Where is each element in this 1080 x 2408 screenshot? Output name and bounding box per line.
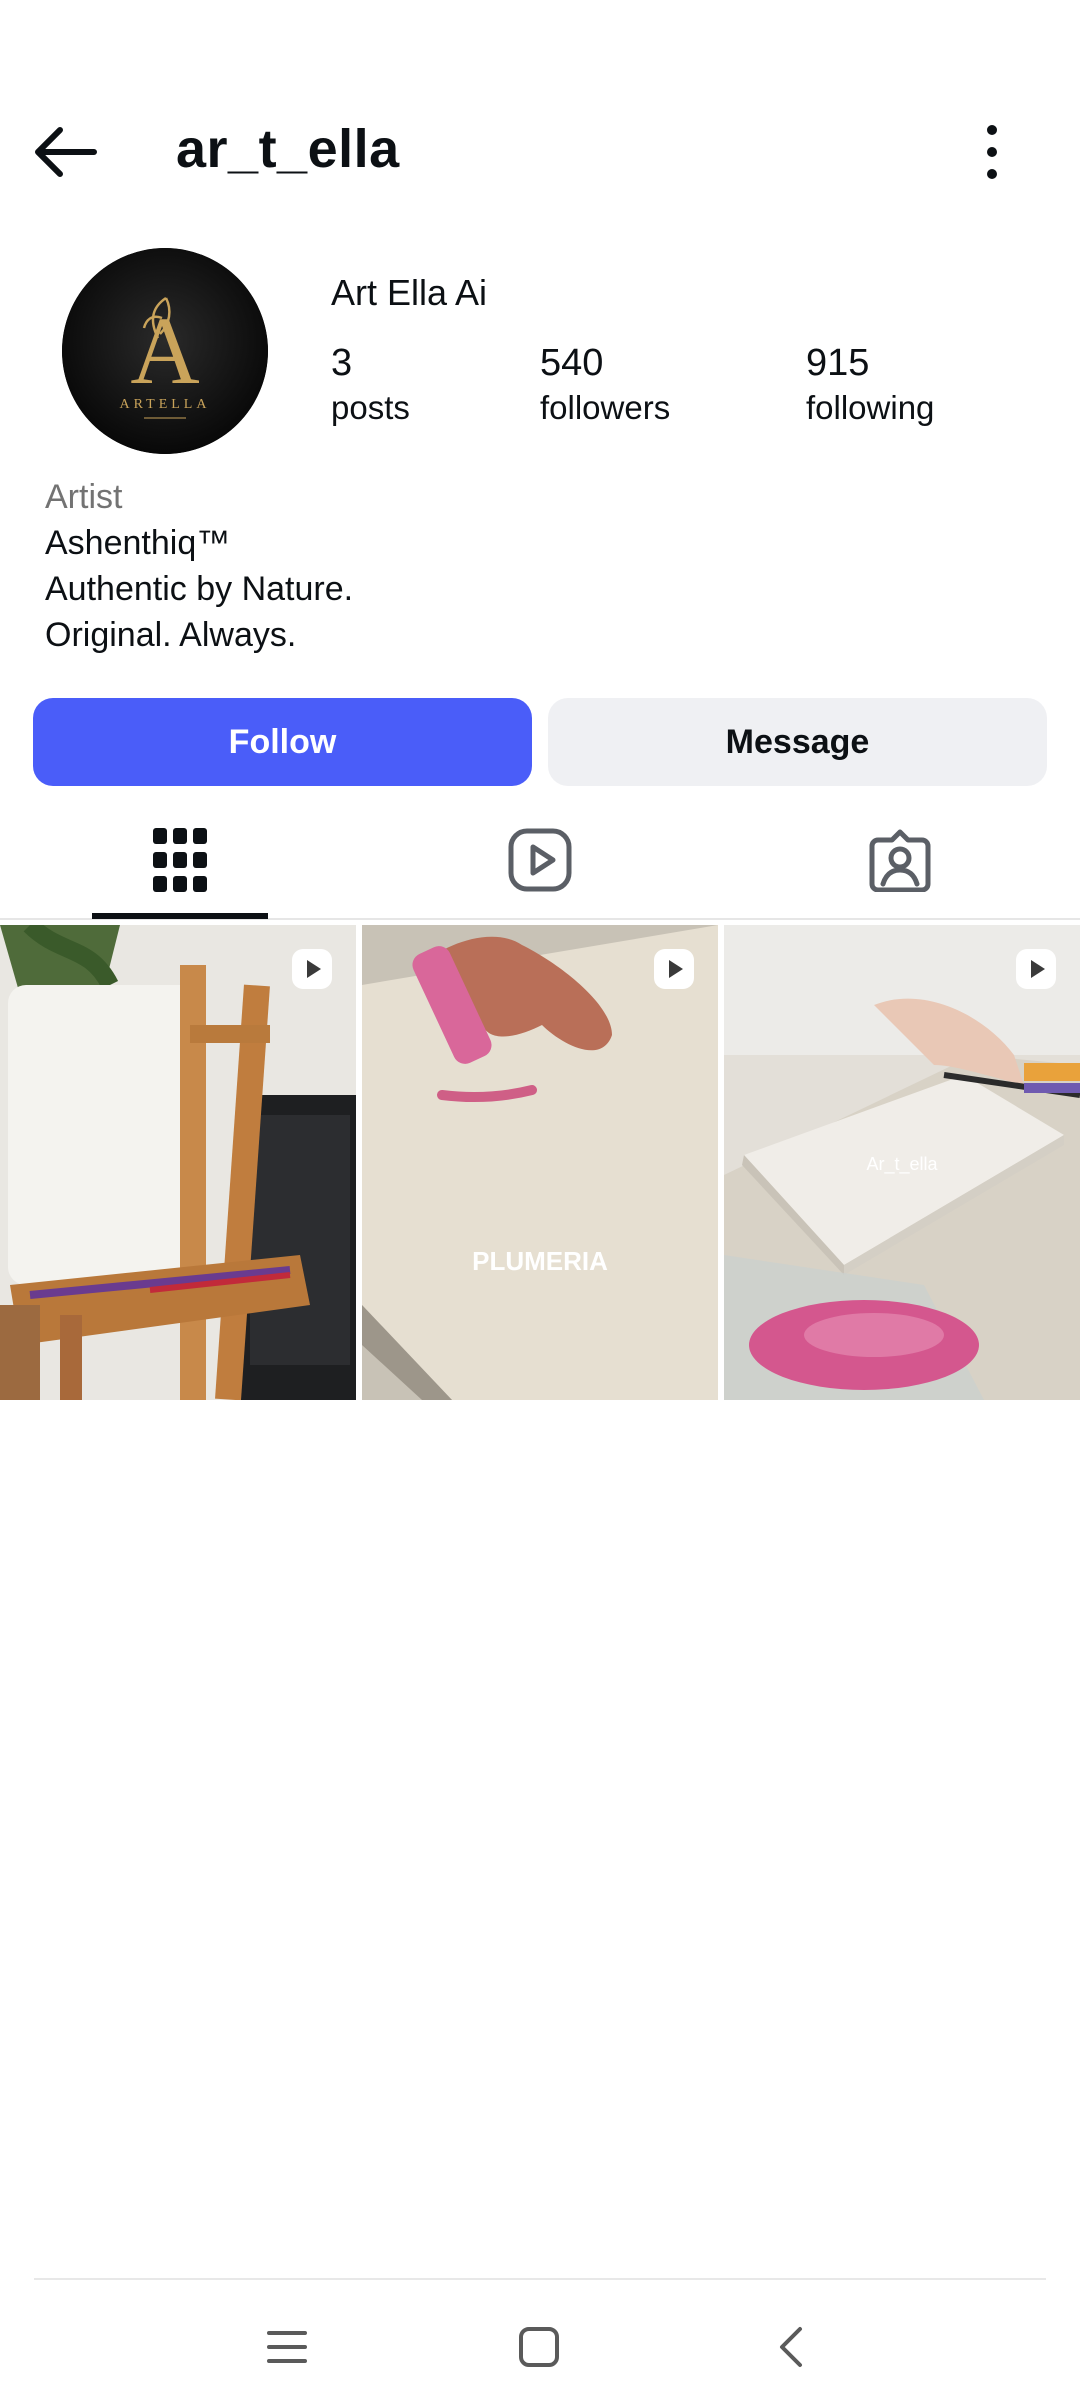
system-back-button[interactable] [746, 2302, 836, 2392]
grid-icon [153, 828, 207, 892]
reel-badge-icon [292, 949, 332, 989]
post-tile[interactable]: Ar_t_ella [724, 925, 1080, 1400]
post-caption: PLUMERIA [472, 1246, 608, 1276]
bio-category: Artist [45, 478, 123, 516]
arrow-left-icon [35, 127, 97, 177]
reel-badge-icon [1016, 949, 1056, 989]
profile-username: ar_t_ella [176, 119, 400, 179]
post-grid: PLUMERIA Ar_t_ella [0, 925, 1080, 1400]
post-thumbnail-plumeria: PLUMERIA [362, 925, 718, 1400]
bio-line: Ashenthiq™ [45, 524, 231, 562]
system-navigation-bar [0, 2280, 1080, 2408]
follow-button[interactable]: Follow [33, 698, 532, 786]
avatar-letter: A [130, 297, 199, 404]
stat-following[interactable]: 915 following [806, 340, 934, 430]
profile-tabs [0, 800, 1080, 920]
post-caption: Ar_t_ella [866, 1154, 938, 1175]
stat-followers[interactable]: 540 followers [540, 340, 670, 430]
profile-bio: Artist Ashenthiq™ Authentic by Nature. O… [45, 474, 353, 658]
tab-tagged[interactable] [720, 800, 1080, 920]
bio-line: Original. Always. [45, 616, 297, 654]
tagged-icon [869, 829, 931, 892]
post-thumbnail-easel [0, 925, 356, 1400]
message-button[interactable]: Message [548, 698, 1047, 786]
stat-followers-label: followers [540, 389, 671, 426]
stat-following-label: following [806, 389, 935, 426]
menu-lines-icon [267, 2331, 307, 2363]
post-tile[interactable]: PLUMERIA [362, 925, 718, 1400]
chevron-left-icon [780, 2327, 802, 2367]
recents-button[interactable] [242, 2302, 332, 2392]
home-square-icon [519, 2327, 559, 2367]
bio-line: Authentic by Nature. [45, 570, 354, 608]
home-button[interactable] [494, 2302, 584, 2392]
display-name: Art Ella Ai [331, 272, 488, 313]
tab-reels[interactable] [360, 800, 720, 920]
avatar[interactable]: A ARTELLA [62, 248, 268, 454]
stat-following-count: 915 [806, 342, 870, 384]
more-vertical-icon [987, 125, 997, 179]
active-tab-indicator [92, 913, 268, 919]
reel-badge-icon [654, 949, 694, 989]
stat-posts-label: posts [331, 389, 410, 426]
profile-header: ar_t_ella [0, 90, 1080, 215]
back-button[interactable] [30, 122, 100, 182]
post-thumbnail-canvas: Ar_t_ella [724, 925, 1080, 1400]
more-options-button[interactable] [970, 120, 1014, 184]
reels-icon [508, 828, 572, 892]
stat-posts-count: 3 [331, 342, 353, 384]
tab-grid[interactable] [0, 800, 360, 920]
stat-posts[interactable]: 3 posts [331, 340, 410, 430]
stat-followers-count: 540 [540, 342, 604, 384]
avatar-wordmark: ARTELLA [120, 397, 211, 412]
post-tile[interactable] [0, 925, 356, 1400]
